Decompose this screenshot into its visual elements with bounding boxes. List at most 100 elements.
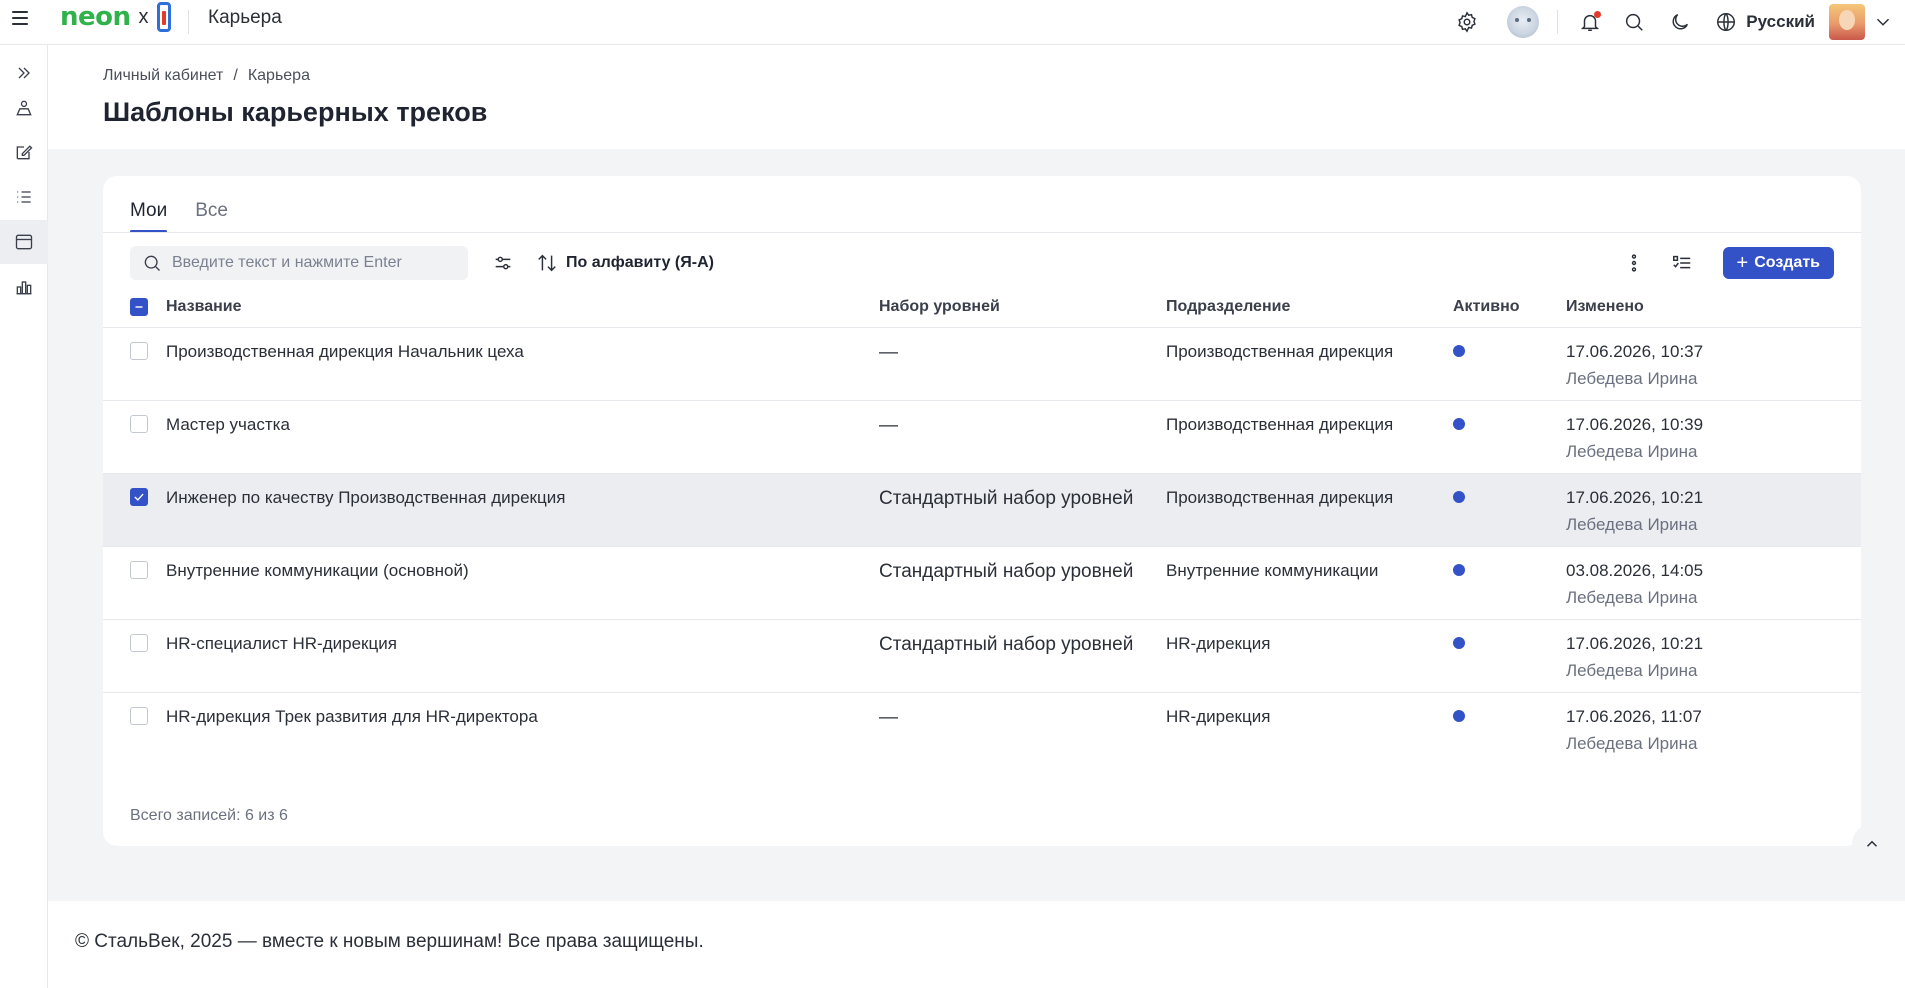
cell-date: 17.06.2026, 11:07 (1566, 707, 1702, 726)
column-header-changed[interactable]: Изменено (1566, 298, 1861, 316)
table-row[interactable]: Инженер по качеству Производственная дир… (103, 474, 1861, 547)
create-button[interactable]: + Создать (1722, 247, 1834, 279)
cell-department: HR-дирекция (1166, 634, 1271, 653)
templates-table: Название Набор уровней Подразделение Акт… (103, 286, 1861, 766)
sidebar-item-edit[interactable] (0, 130, 48, 174)
sidebar (0, 45, 48, 988)
moon-icon[interactable] (1668, 10, 1692, 34)
cell-author: Лебедева Ирина (1566, 734, 1698, 753)
table-row[interactable]: Внутренние коммуникации (основной) Станд… (103, 547, 1861, 620)
cell-date: 17.06.2026, 10:39 (1566, 415, 1704, 434)
more-options-button[interactable] (1617, 246, 1651, 280)
active-status-dot (1453, 637, 1465, 649)
column-settings-icon (1672, 255, 1690, 269)
filter-button[interactable] (486, 246, 520, 280)
cell-name[interactable]: HR-дирекция Трек развития для HR-директо… (166, 693, 879, 727)
breadcrumb-item-career[interactable]: Карьера (248, 67, 310, 85)
divider (188, 10, 189, 34)
row-checkbox[interactable] (130, 707, 148, 725)
tab-all[interactable]: Все (195, 176, 228, 233)
cell-name[interactable]: HR-специалист HR-дирекция (166, 620, 879, 654)
cell-name[interactable]: Внутренние коммуникации (основной) (166, 547, 879, 581)
active-status-dot (1453, 418, 1465, 430)
column-header-name[interactable]: Название (166, 298, 879, 316)
sidebar-item-profile[interactable] (0, 86, 48, 130)
settings-icon[interactable] (1455, 10, 1479, 34)
divider (1557, 10, 1559, 34)
cell-levels: — (879, 342, 898, 363)
breadcrumb-item-cabinet[interactable]: Личный кабинет (103, 67, 223, 85)
sort-icon (538, 254, 556, 272)
search-icon[interactable] (1622, 10, 1646, 34)
top-bar: neon x Карьера Русский (0, 0, 1905, 45)
sort-button[interactable]: По алфавиту (Я-А) (536, 252, 714, 274)
search-input[interactable] (172, 254, 442, 272)
divider (103, 232, 1861, 233)
avatar[interactable] (1829, 4, 1865, 40)
cell-levels: Стандартный набор уровней (879, 488, 1134, 509)
footer-text: © СтальВек, 2025 — вместе к новым вершин… (75, 931, 704, 952)
cell-date: 03.08.2026, 14:05 (1566, 561, 1704, 580)
cell-levels: — (879, 707, 898, 728)
chevron-up-icon (1866, 840, 1878, 847)
column-header-department[interactable]: Подразделение (1166, 298, 1453, 316)
table-row[interactable]: HR-специалист HR-дирекция Стандартный на… (103, 620, 1861, 693)
cell-name[interactable]: Мастер участка (166, 401, 879, 435)
table-row[interactable]: HR-дирекция Трек развития для HR-директо… (103, 693, 1861, 766)
cell-levels: Стандартный набор уровней (879, 561, 1134, 582)
logo[interactable]: neon x (60, 2, 171, 32)
cell-author: Лебедева Ирина (1566, 442, 1698, 461)
logo-text: neon (60, 2, 131, 32)
cell-name[interactable]: Производственная дирекция Начальник цеха (166, 328, 879, 362)
app-title: Карьера (208, 7, 282, 28)
total-records: Всего записей: 6 из 6 (130, 807, 288, 824)
row-checkbox[interactable] (130, 415, 148, 433)
page-title: Шаблоны карьерных треков (103, 97, 488, 127)
menu-icon[interactable] (12, 8, 32, 28)
tab-mine[interactable]: Мои (130, 176, 168, 233)
row-checkbox[interactable] (130, 488, 148, 506)
row-checkbox[interactable] (130, 634, 148, 652)
table-header: Название Набор уровней Подразделение Акт… (103, 286, 1861, 328)
footer: © СтальВек, 2025 — вместе к новым вершин… (48, 901, 1905, 988)
column-header-active[interactable]: Активно (1453, 298, 1566, 316)
cell-department: Производственная дирекция (1166, 342, 1394, 361)
scroll-to-top-button[interactable] (1852, 824, 1892, 864)
cell-date: 17.06.2026, 10:37 (1566, 342, 1704, 361)
active-status-dot (1453, 345, 1465, 357)
row-checkbox[interactable] (130, 561, 148, 579)
tabs: Мои Все (130, 176, 228, 233)
columns-settings-button[interactable] (1665, 246, 1699, 280)
sort-label: По алфавиту (Я-А) (566, 254, 714, 271)
cell-author: Лебедева Ирина (1566, 588, 1698, 607)
row-checkbox[interactable] (130, 342, 148, 360)
search-box (130, 246, 468, 280)
toolbar: По алфавиту (Я-А) + Создать (130, 246, 1834, 280)
sidebar-item-analytics[interactable] (0, 265, 48, 309)
active-status-dot (1453, 491, 1465, 503)
robot-assistant-icon[interactable] (1507, 6, 1540, 38)
table-row[interactable]: Производственная дирекция Начальник цеха… (103, 328, 1861, 401)
page-header: Личный кабинет / Карьера Шаблоны карьерн… (48, 45, 1905, 149)
chevron-down-icon[interactable] (1871, 10, 1895, 34)
cell-levels: — (879, 415, 898, 436)
table-row[interactable]: Мастер участка — Производственная дирекц… (103, 401, 1861, 474)
partner-logo-icon (156, 2, 171, 32)
language-label: Русский (1746, 12, 1815, 31)
search-icon (144, 255, 160, 271)
breadcrumb: Личный кабинет / Карьера (103, 67, 310, 85)
cell-date: 17.06.2026, 10:21 (1566, 634, 1704, 653)
breadcrumb-separator: / (233, 67, 238, 84)
cell-department: Внутренние коммуникации (1166, 561, 1379, 580)
column-header-levels[interactable]: Набор уровней (879, 298, 1166, 316)
language-selector[interactable]: Русский (1714, 10, 1815, 34)
sidebar-item-list[interactable] (0, 175, 48, 219)
edit-icon (16, 145, 33, 160)
cell-name[interactable]: Инженер по качеству Производственная дир… (166, 474, 879, 508)
bell-icon[interactable] (1578, 10, 1602, 34)
cell-department: HR-дирекция (1166, 707, 1271, 726)
select-all-checkbox[interactable] (130, 297, 148, 316)
cell-levels: Стандартный набор уровней (879, 634, 1134, 655)
sidebar-item-templates[interactable] (0, 220, 48, 264)
active-status-dot (1453, 564, 1465, 576)
